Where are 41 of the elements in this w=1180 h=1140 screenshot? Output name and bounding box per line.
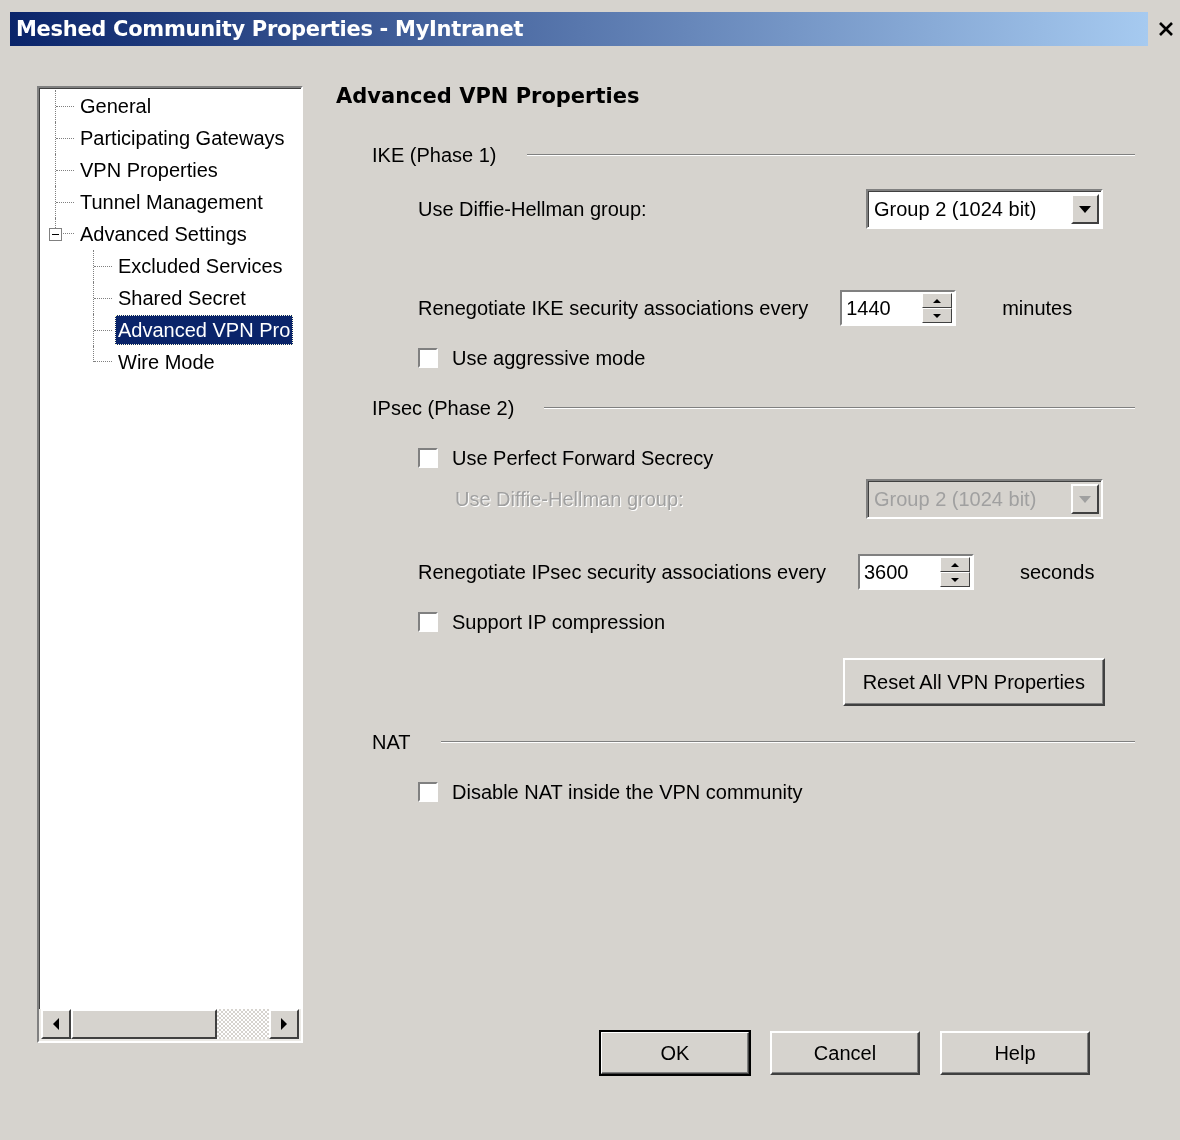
- unit-label: minutes: [1002, 296, 1073, 320]
- scroll-left-button[interactable]: [41, 1009, 71, 1039]
- checkbox[interactable]: [418, 348, 438, 368]
- window-title: Meshed Community Properties - MyIntranet: [16, 17, 524, 41]
- section-title: IPsec (Phase 2): [372, 396, 515, 420]
- dialog-button[interactable]: OK: [600, 1031, 750, 1075]
- tree-item[interactable]: VPN Properties: [77, 155, 221, 185]
- scroll-right-button[interactable]: [269, 1009, 299, 1039]
- close-icon: [1158, 21, 1174, 37]
- page-title: Advanced VPN Properties: [336, 84, 641, 110]
- tree-item[interactable]: Wire Mode: [115, 347, 218, 377]
- tree-item[interactable]: Advanced VPN Pro: [115, 315, 294, 345]
- section-title: IKE (Phase 1): [372, 143, 497, 167]
- tree-item[interactable]: Tunnel Management: [77, 187, 266, 217]
- tree-item[interactable]: Advanced Settings: [77, 219, 250, 249]
- caret-icon: [1071, 484, 1099, 514]
- reset-button[interactable]: Reset All VPN Properties: [842, 658, 1105, 706]
- dropdown[interactable]: Group 2 (1024 bit): [866, 189, 1103, 229]
- section-title: NAT: [372, 730, 411, 754]
- field-label: Use Diffie-Hellman group:: [418, 197, 647, 221]
- checkbox[interactable]: [418, 612, 438, 632]
- tree-item[interactable]: Excluded Services: [115, 251, 286, 281]
- field-label: Renegotiate IKE security associations every: [418, 296, 809, 320]
- checkbox[interactable]: [418, 448, 438, 468]
- tree-item[interactable]: General: [77, 91, 155, 121]
- dialog-button[interactable]: Cancel: [770, 1031, 920, 1075]
- checkbox-label[interactable]: Use Perfect Forward Secrecy: [452, 446, 714, 470]
- field-label: Renegotiate IPsec security associations every: [418, 560, 826, 584]
- collapse-icon[interactable]: [49, 228, 62, 241]
- left-arrow-icon: [52, 1018, 60, 1030]
- tree-item[interactable]: Shared Secret: [115, 283, 249, 313]
- scrollbar-thumb[interactable]: [71, 1009, 217, 1039]
- checkbox[interactable]: [418, 782, 438, 802]
- checkbox-label[interactable]: Support IP compression: [452, 610, 666, 634]
- dialog-button[interactable]: Help: [940, 1031, 1090, 1075]
- right-arrow-icon: [280, 1018, 288, 1030]
- checkbox-label[interactable]: Disable NAT inside the VPN community: [452, 780, 803, 804]
- caret-icon: [1071, 194, 1099, 224]
- unit-label: seconds: [1020, 560, 1095, 584]
- checkbox-label[interactable]: Use aggressive mode: [452, 346, 646, 370]
- tree-item[interactable]: Participating Gateways: [77, 123, 288, 153]
